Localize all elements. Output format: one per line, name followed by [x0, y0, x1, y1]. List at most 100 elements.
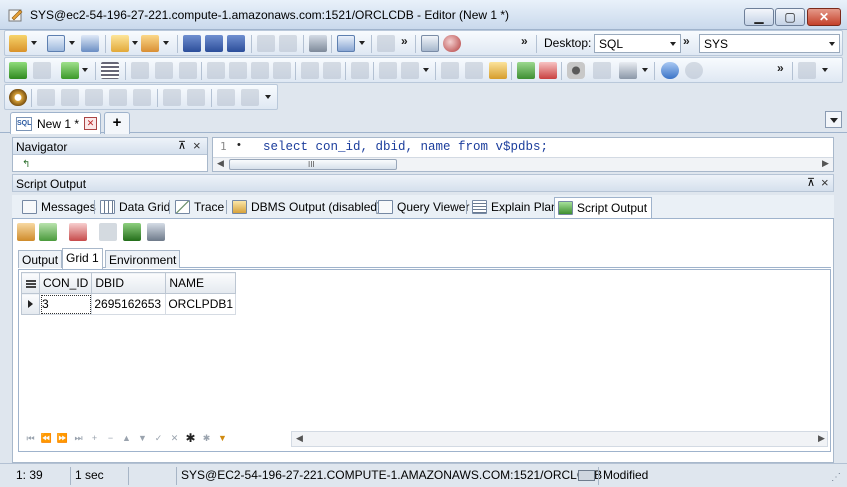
close-tab-icon[interactable]: ✕ [84, 117, 97, 130]
close-panel-icon[interactable]: × [193, 138, 201, 153]
redo-icon[interactable] [279, 35, 297, 52]
autotrace-icon[interactable] [131, 62, 149, 79]
cell-dbid[interactable]: 2695162653 [91, 293, 167, 315]
undo-arrow-icon[interactable] [661, 62, 679, 79]
tab-data-grid[interactable]: Data Grid [97, 197, 170, 218]
maximize-button[interactable]: ▢ [775, 8, 805, 26]
gear-icon[interactable] [9, 89, 27, 106]
run-script-icon[interactable] [61, 62, 79, 79]
run-again-icon[interactable] [39, 223, 57, 241]
row-header[interactable] [21, 293, 40, 315]
asterisk-disabled-icon[interactable]: ✱ [199, 430, 214, 446]
subtab-grid-1[interactable]: Grid 1 [62, 248, 103, 269]
sql-worksheet-icon[interactable] [47, 35, 65, 52]
report-icon[interactable] [217, 89, 235, 106]
export-icon[interactable] [241, 89, 259, 106]
post-edit-icon[interactable]: ✓ [151, 430, 166, 446]
minimize-button[interactable]: ▁ [744, 8, 774, 26]
run-script-disabled-icon[interactable] [33, 62, 51, 79]
calendar-icon[interactable] [421, 35, 439, 52]
step-into-icon[interactable] [207, 62, 225, 79]
paste-icon[interactable] [85, 89, 103, 106]
pin-icon[interactable]: ⊼ [178, 139, 186, 152]
delete-record-icon[interactable]: − [103, 430, 118, 446]
close-panel-icon[interactable]: × [821, 175, 829, 190]
recent-files-icon[interactable] [141, 35, 159, 52]
find-next-icon[interactable] [593, 62, 611, 79]
scroll-left-icon[interactable]: ◀ [217, 158, 224, 169]
uncomment-icon[interactable] [465, 62, 483, 79]
tab-query-viewer[interactable]: Query Viewer [375, 197, 469, 218]
toolbar-overflow-icon[interactable]: » [777, 61, 784, 75]
chevron-down-icon[interactable] [359, 41, 365, 45]
save-as-icon[interactable] [205, 35, 223, 52]
resume-icon[interactable] [273, 62, 291, 79]
close-button[interactable]: ✕ [807, 8, 841, 26]
scroll-left-icon[interactable]: ◀ [296, 433, 303, 444]
chevron-down-icon[interactable] [423, 68, 429, 72]
watch-icon[interactable] [323, 62, 341, 79]
clear-output-icon[interactable] [69, 223, 87, 241]
tab-messages[interactable]: Messages [19, 197, 96, 218]
chevron-down-icon[interactable] [265, 95, 271, 99]
sql-tuning-icon[interactable] [517, 62, 535, 79]
clear-icon[interactable] [539, 62, 557, 79]
save-icon[interactable] [183, 35, 201, 52]
replace-icon[interactable] [619, 62, 637, 79]
step-over-icon[interactable] [229, 62, 247, 79]
profile-icon[interactable] [379, 62, 397, 79]
copy-icon[interactable] [61, 89, 79, 106]
redo-arrow-icon[interactable] [685, 62, 703, 79]
pin-icon[interactable]: ⊼ [807, 176, 815, 189]
asterisk-icon[interactable]: ✱ [183, 430, 198, 446]
tab-script-output[interactable]: Script Output [554, 197, 653, 218]
column-header-name[interactable]: NAME [165, 272, 237, 294]
toolbar-overflow-icon[interactable]: » [521, 34, 528, 48]
chevron-down-icon[interactable] [69, 41, 75, 45]
scrollbar-thumb[interactable]: III [229, 159, 397, 170]
explain-plan-icon[interactable] [101, 62, 119, 79]
connection-select[interactable]: SYS [699, 34, 840, 53]
sql-code-line[interactable]: select con_id, dbid, name from v$pdbs; [263, 140, 548, 154]
subtab-environment[interactable]: Environment [105, 250, 181, 268]
toolbar-overflow-icon[interactable]: » [683, 34, 690, 48]
chevron-down-icon[interactable] [82, 68, 88, 72]
navigator-node-icon[interactable]: ↰ [22, 159, 30, 170]
tab-list-dropdown[interactable] [825, 111, 842, 128]
sql-history-icon[interactable] [337, 35, 355, 52]
compile-icon[interactable] [155, 62, 173, 79]
editor-horizontal-scrollbar[interactable]: ◀ III ▶ [213, 157, 833, 171]
export-excel-icon[interactable] [123, 223, 141, 241]
commit-icon[interactable] [377, 35, 395, 52]
clipboard-icon[interactable] [489, 62, 507, 79]
tools-icon[interactable] [401, 62, 419, 79]
new-file-icon[interactable] [37, 89, 55, 106]
breakpoint-icon[interactable] [301, 62, 319, 79]
grid-horizontal-scrollbar[interactable]: ◀ ▶ [291, 431, 828, 447]
last-record-icon[interactable]: ⏭ [71, 430, 86, 446]
monitor-icon[interactable] [443, 35, 461, 52]
chevron-down-icon[interactable] [163, 41, 169, 45]
tab-new-1[interactable]: SQL New 1 * ✕ [10, 112, 101, 134]
toolbar-overflow-icon[interactable]: » [401, 34, 408, 48]
save-all-icon[interactable] [227, 35, 245, 52]
first-record-icon[interactable]: ⏮ [23, 430, 38, 446]
previous-page-icon[interactable]: ⏪ [39, 430, 54, 446]
scroll-right-icon[interactable]: ▶ [822, 158, 829, 169]
move-up-icon[interactable]: ▲ [119, 430, 134, 446]
chevron-down-icon[interactable] [132, 41, 138, 45]
duplicate-icon[interactable] [109, 89, 127, 106]
print-icon[interactable] [309, 35, 327, 52]
add-tab-button[interactable]: + [104, 112, 130, 134]
grid-menu-button[interactable] [21, 272, 40, 294]
chevron-down-icon[interactable] [31, 41, 37, 45]
undo-icon[interactable] [257, 35, 275, 52]
tab-dbms-output[interactable]: DBMS Output (disabled) [229, 197, 381, 218]
cancel-edit-icon[interactable]: ✕ [167, 430, 182, 446]
column-header-dbid[interactable]: DBID [91, 272, 167, 294]
open-folder-icon[interactable] [111, 35, 129, 52]
resize-grip-icon[interactable]: ⋰ [831, 472, 841, 483]
save-output-icon[interactable] [99, 223, 117, 241]
cell-con-id[interactable]: 3 [38, 293, 93, 315]
table-row[interactable]: 3 2695162653 ORCLPDB1 [21, 293, 237, 315]
